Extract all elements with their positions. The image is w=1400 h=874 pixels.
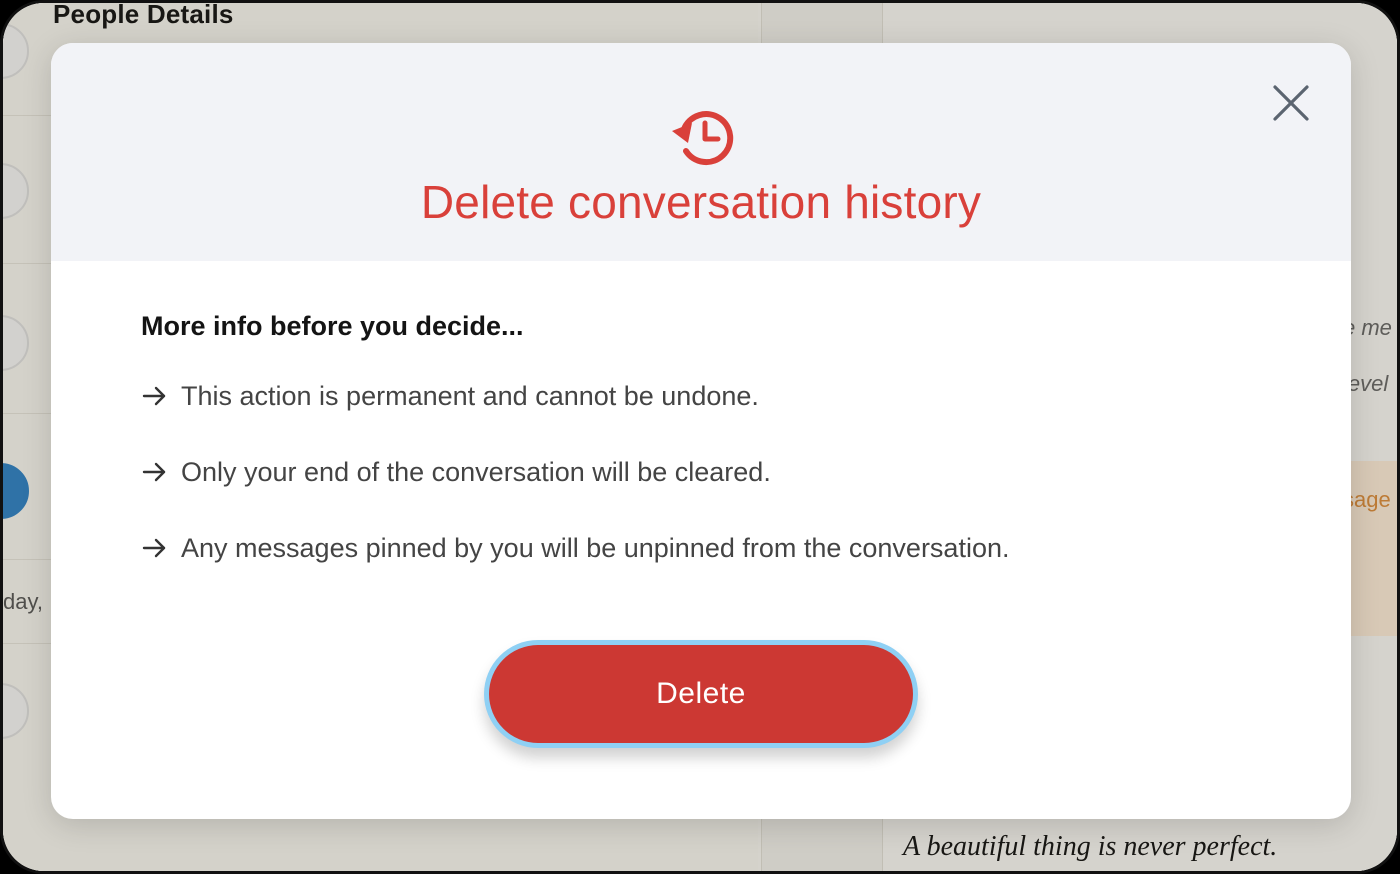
close-icon[interactable] — [1269, 81, 1313, 125]
delete-history-dialog: Delete conversation history More info be… — [51, 43, 1351, 819]
info-heading: More info before you decide... — [141, 311, 524, 341]
list-item: Any messages pinned by you will be unpin… — [141, 528, 1261, 568]
arrow-right-icon — [142, 462, 166, 482]
history-reverse-clock-icon — [672, 111, 734, 166]
delete-button[interactable]: Delete — [489, 645, 913, 743]
list-item: Only your end of the conversation will b… — [141, 452, 1261, 492]
arrow-right-icon — [142, 386, 166, 406]
dialog-header: Delete conversation history — [51, 43, 1351, 261]
list-item-text: Any messages pinned by you will be unpin… — [181, 532, 1010, 563]
dialog-body: More info before you decide... This acti… — [141, 311, 1261, 604]
device-frame: People Details day, e me level sage A be… — [0, 0, 1400, 874]
arrow-right-icon — [142, 538, 166, 558]
list-item: This action is permanent and cannot be u… — [141, 376, 1261, 416]
dialog-title: Delete conversation history — [420, 176, 982, 228]
list-item-text: Only your end of the conversation will b… — [181, 456, 771, 487]
info-list: This action is permanent and cannot be u… — [141, 376, 1261, 568]
delete-button-focus-ring: Delete — [484, 640, 918, 748]
list-item-text: This action is permanent and cannot be u… — [181, 380, 759, 411]
